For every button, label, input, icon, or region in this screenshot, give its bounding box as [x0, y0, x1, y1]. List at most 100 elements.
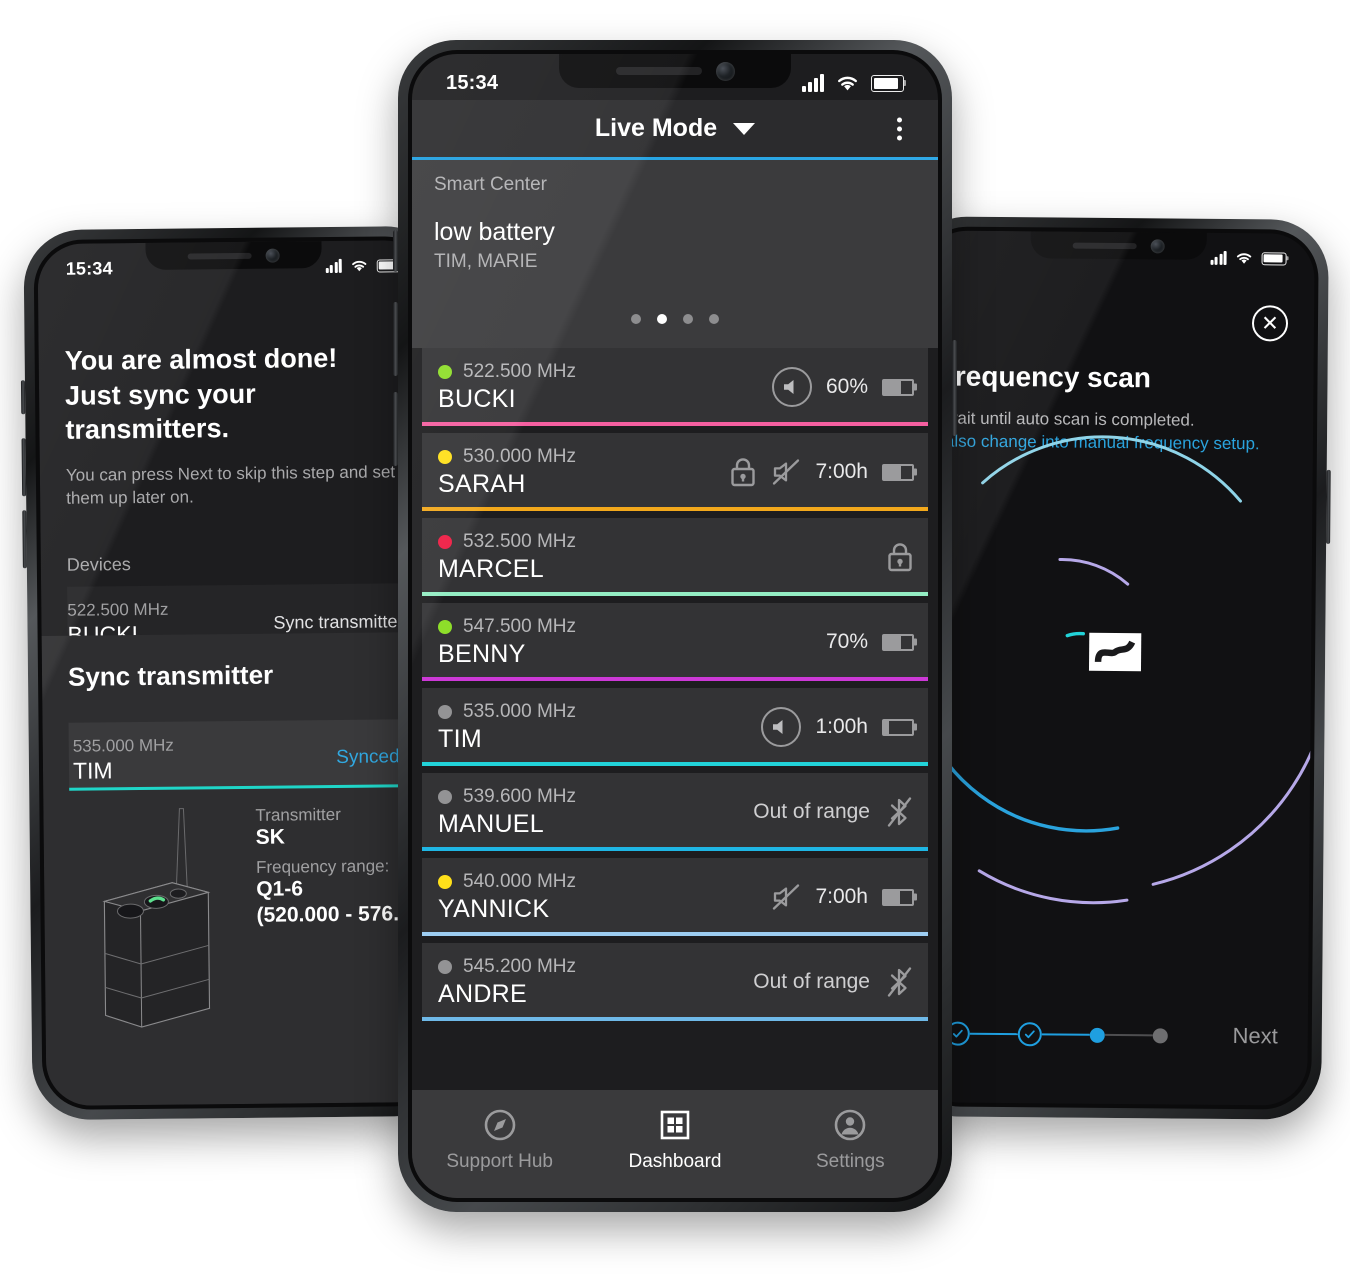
- speaker-glyph: [773, 720, 783, 734]
- page-title[interactable]: Live Mode: [595, 114, 717, 143]
- lock-icon: [731, 458, 756, 487]
- sync-transmitter-sheet: Sync transmitter 535.000 MHz TIM Synced!: [41, 631, 439, 1107]
- carousel-page-dots[interactable]: [412, 314, 938, 324]
- smart-center-subtitle: TIM, MARIE: [434, 251, 538, 272]
- channel-color-bar: [422, 932, 928, 936]
- page-dot[interactable]: [631, 314, 641, 324]
- progress-stepper: [945, 1021, 1233, 1049]
- channel-status-dot: [438, 959, 452, 974]
- cellular-signal-icon: [1210, 250, 1227, 265]
- tab-support-hub[interactable]: Support Hub: [412, 1108, 587, 1173]
- page-dot[interactable]: [683, 314, 693, 324]
- left-heading-line2: Just sync your transmitters.: [64, 378, 256, 445]
- chevron-down-icon[interactable]: [733, 122, 756, 135]
- channel-row[interactable]: 545.200 MHz ANDRE Out of range: [422, 943, 928, 1021]
- channel-row[interactable]: 547.500 MHz BENNY 70%: [422, 603, 928, 681]
- left-phone-volume-down-button[interactable]: [22, 510, 27, 569]
- right-phone-power-button[interactable]: [1326, 469, 1331, 544]
- center-phone-volume-up-button[interactable]: [393, 302, 398, 376]
- center-phone-power-button[interactable]: [952, 340, 957, 436]
- grid-icon: [660, 1110, 690, 1140]
- live-mode-header: Live Mode: [412, 100, 938, 157]
- tab-label: Settings: [815, 1151, 885, 1172]
- channel-frequency: 539.600 MHz: [463, 785, 577, 807]
- channel-battery-icon: [882, 888, 914, 906]
- center-phone-device: 15:34 Live Mode Smart Center low battery…: [393, 40, 957, 1212]
- lock-icon: [888, 543, 912, 572]
- channel-row[interactable]: 532.500 MHz MARCEL: [422, 518, 928, 596]
- check-icon: [952, 1029, 963, 1038]
- page-dot-active[interactable]: [657, 314, 667, 324]
- step-pending-4[interactable]: [1152, 1027, 1168, 1043]
- sennheiser-logo: [1088, 632, 1142, 672]
- page-dot[interactable]: [709, 314, 719, 324]
- channel-status-dot: [438, 449, 452, 464]
- channel-status-dot: [438, 789, 452, 804]
- left-devices-label: Devices: [66, 554, 131, 576]
- left-phone-volume-up-button[interactable]: [21, 438, 27, 497]
- channel-color-bar: [422, 1017, 928, 1021]
- channel-value: 1:00h: [815, 715, 868, 738]
- channel-frequency: 547.500 MHz: [463, 615, 577, 637]
- left-phone-mute-switch[interactable]: [20, 380, 26, 415]
- channel-name: ANDRE: [438, 979, 528, 1008]
- device-frequency: 522.500 MHz: [67, 599, 169, 621]
- tab-label: Support Hub: [446, 1151, 553, 1172]
- left-phone-screen: 15:34 You are almost done! Just sync you…: [37, 239, 439, 1107]
- center-phone-mute-switch[interactable]: [393, 230, 398, 272]
- device-name: TIM: [72, 757, 113, 784]
- step-completed-2[interactable]: [1017, 1022, 1042, 1047]
- check-icon: [1024, 1030, 1035, 1039]
- speaker-glyph: [783, 380, 794, 394]
- channel-battery-icon: [882, 378, 914, 396]
- step-current-3[interactable]: [1089, 1027, 1105, 1043]
- bluetooth-off-icon: [887, 797, 912, 827]
- channel-value: 7:00h: [815, 885, 868, 908]
- overflow-menu-icon[interactable]: [891, 111, 908, 146]
- smart-center-title: low battery: [434, 218, 555, 246]
- channel-name: SARAH: [438, 469, 526, 498]
- sheet-device-row[interactable]: 535.000 MHz TIM Synced!: [68, 719, 410, 791]
- center-phone-volume-down-button[interactable]: [393, 392, 398, 466]
- speaker-circle-icon[interactable]: [761, 707, 802, 747]
- tab-settings[interactable]: Settings: [763, 1108, 938, 1173]
- out-of-range-label: Out of range: [753, 970, 870, 993]
- channel-name: MANUEL: [438, 809, 544, 838]
- wifi-icon: [1236, 253, 1252, 264]
- channel-frequency: 530.000 MHz: [463, 445, 577, 467]
- tab-label: Dashboard: [628, 1151, 722, 1172]
- stepper-segment: [1041, 1033, 1090, 1036]
- stepper-segment: [969, 1032, 1018, 1036]
- channel-frequency: 545.200 MHz: [463, 955, 577, 977]
- status-time: 15:34: [65, 257, 113, 279]
- channel-battery-icon: [882, 718, 914, 736]
- channel-color-bar: [422, 422, 928, 426]
- channel-frequency: 540.000 MHz: [463, 870, 577, 892]
- channel-list[interactable]: 522.500 MHz BUCKI 60% 530.000 MHz SARAH 7:00h…: [412, 348, 938, 1090]
- speaker-muted-icon: [773, 884, 800, 910]
- channel-name: BENNY: [438, 639, 526, 668]
- next-button[interactable]: Next: [1232, 1023, 1277, 1049]
- frequency-scan-animation: [915, 370, 1315, 933]
- scan-footer: Next: [916, 1020, 1308, 1049]
- channel-row[interactable]: 522.500 MHz BUCKI 60%: [422, 348, 928, 426]
- tab-dashboard[interactable]: Dashboard: [587, 1108, 762, 1173]
- channel-name: TIM: [438, 724, 482, 753]
- smart-center-card[interactable]: Smart Center low battery TIM, MARIE: [412, 160, 938, 348]
- channel-color-bar: [422, 762, 928, 766]
- channel-row[interactable]: 535.000 MHz TIM 1:00h: [422, 688, 928, 766]
- channel-status-dot: [438, 874, 452, 889]
- out-of-range-label: Out of range: [753, 800, 870, 823]
- channel-row[interactable]: 530.000 MHz SARAH 7:00h: [422, 433, 928, 511]
- channel-row[interactable]: 540.000 MHz YANNICK 7:00h: [422, 858, 928, 936]
- left-heading-line1: You are almost done!: [64, 342, 338, 376]
- bluetooth-off-icon: [887, 967, 912, 997]
- channel-row[interactable]: 539.600 MHz MANUEL Out of range: [422, 773, 928, 851]
- speaker-circle-icon[interactable]: [771, 367, 812, 407]
- account-icon: [835, 1109, 866, 1141]
- bodypack-transmitter-illustration: [102, 808, 211, 1028]
- device-color-bar: [69, 784, 410, 791]
- battery-icon: [871, 74, 904, 92]
- sync-transmitter-action[interactable]: Sync transmitter: [273, 611, 407, 633]
- channel-status-dot: [438, 534, 452, 549]
